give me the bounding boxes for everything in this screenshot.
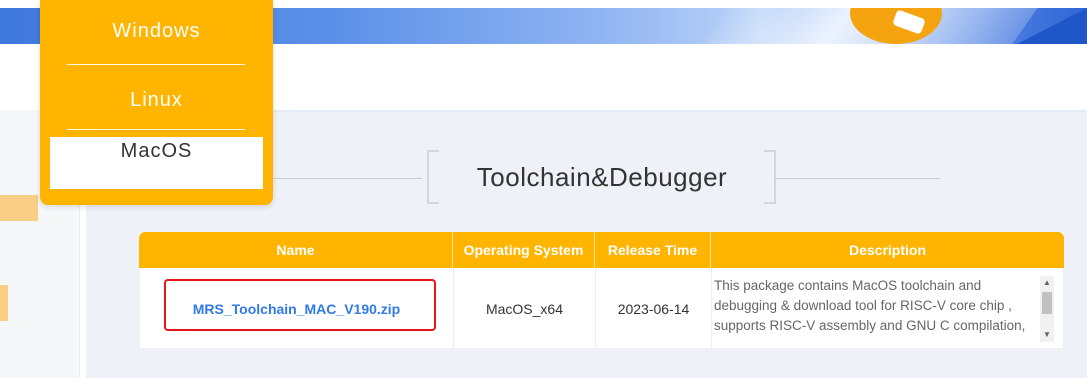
- section-heading: Toolchain&Debugger: [264, 150, 940, 206]
- menu-item-macos-label: MacOS: [120, 140, 193, 162]
- column-header-name: Name: [139, 232, 453, 268]
- cell-description: This package contains MacOS toolchain an…: [714, 278, 1026, 333]
- os-dropdown-menu: Windows Linux MacOS: [40, 0, 273, 205]
- heading-bracket-right: [764, 150, 776, 204]
- column-header-os: Operating System: [453, 232, 595, 268]
- page: Toolchain&Debugger Name Operating System…: [0, 0, 1087, 378]
- scroll-thumb[interactable]: [1042, 292, 1052, 314]
- heading-line-left: [264, 178, 422, 179]
- heading-bracket-left: [427, 150, 439, 204]
- column-header-description: Description: [848, 242, 926, 258]
- scroll-down-arrow-icon[interactable]: ▼: [1040, 328, 1054, 342]
- menu-divider: [67, 129, 245, 130]
- section-title: Toolchain&Debugger: [476, 162, 728, 192]
- scroll-up-arrow-icon[interactable]: ▲: [1040, 276, 1054, 290]
- column-header-release: Release Time: [595, 232, 711, 268]
- menu-divider: [67, 64, 245, 65]
- banner-triangle: [1017, 8, 1087, 44]
- description-scrollbar[interactable]: ▲ ▼: [1040, 276, 1054, 342]
- sidebar-tab-marker-2[interactable]: [0, 285, 8, 321]
- cell-os: MacOS_x64: [454, 268, 596, 349]
- heading-line-right: [774, 178, 940, 179]
- menu-item-linux[interactable]: Linux: [40, 89, 273, 112]
- menu-item-macos[interactable]: MacOS: [50, 137, 263, 189]
- table-header: Name Operating System Release Time Descr…: [139, 232, 1064, 268]
- menu-item-windows[interactable]: Windows: [40, 20, 273, 43]
- cell-release-time: 2023-06-14: [596, 268, 712, 349]
- sidebar-tab-marker[interactable]: [0, 195, 38, 221]
- highlight-annotation: [164, 279, 436, 331]
